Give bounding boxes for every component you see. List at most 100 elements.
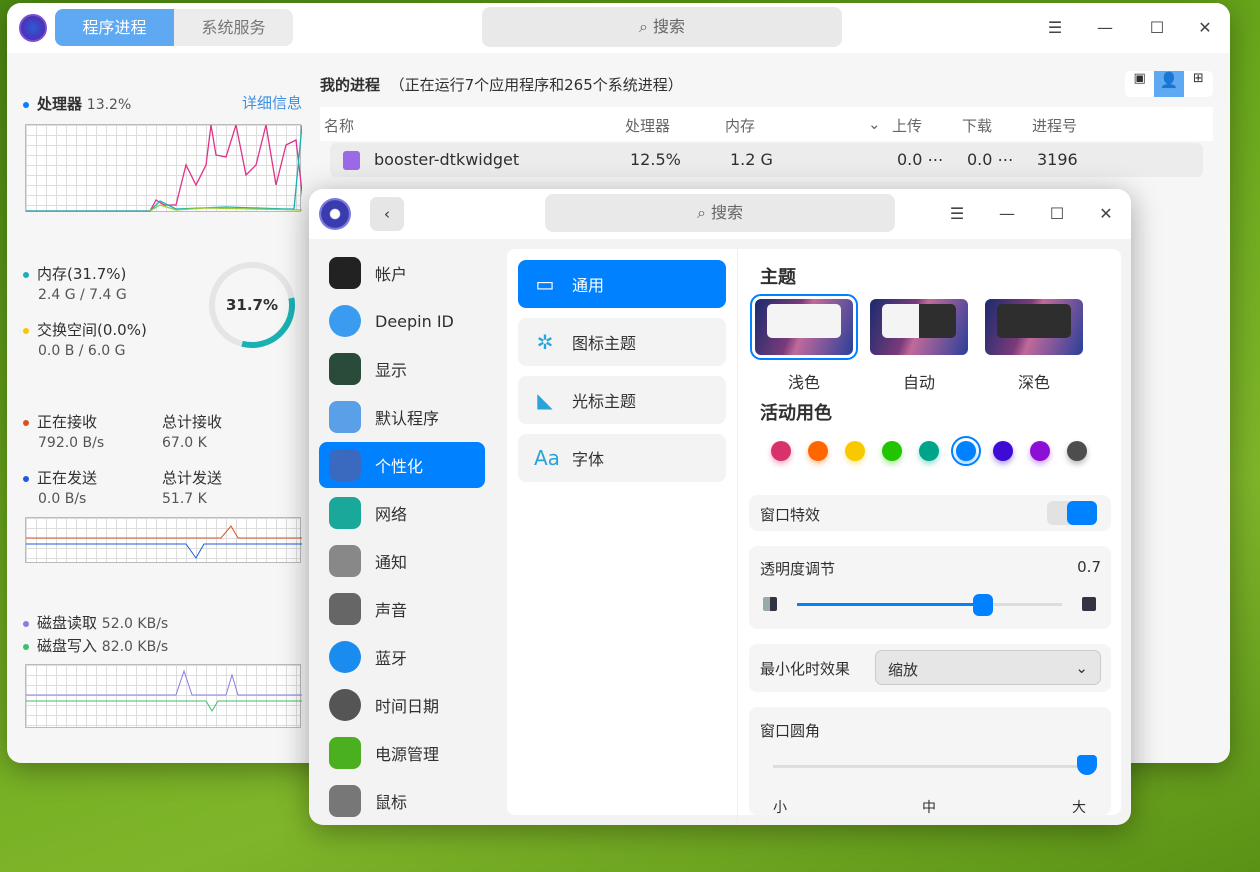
sidebar-item-label: 默认程序 — [375, 409, 440, 428]
monitor-titlebar: 程序进程 系统服务 ⌕ 搜索 ☰ — ☐ ✕ — [7, 3, 1230, 53]
sidebar-item-display[interactable]: 显示 — [319, 346, 485, 392]
accent-title: 活动用色 — [760, 403, 832, 424]
theme-light[interactable] — [750, 294, 858, 360]
minimize-button[interactable]: — — [1080, 3, 1130, 53]
accent-color-swatch[interactable] — [919, 441, 939, 461]
tree-view-icon[interactable]: ⊞ — [1184, 71, 1213, 97]
sidebar-item-label: 通知 — [375, 553, 408, 572]
col-name[interactable]: 名称 — [324, 115, 354, 136]
window-radius-row: 窗口圆角 小 中 大 — [749, 707, 1111, 816]
sound-icon — [329, 593, 361, 625]
sidebar-item-label: Deepin ID — [375, 311, 454, 331]
close-button[interactable]: ✕ — [1180, 3, 1230, 53]
detail-link[interactable]: 详细信息 — [242, 92, 302, 113]
cpu-graph — [25, 124, 305, 212]
sidebar-item-deepin-id[interactable]: Deepin ID — [319, 298, 485, 344]
process-down: 0.0 ⋯ — [967, 150, 1014, 169]
sidebar-item-network[interactable]: 网络 — [319, 490, 485, 536]
window-effect-toggle[interactable] — [1047, 501, 1097, 525]
subnav-icon-theme[interactable]: ✲ 图标主题 — [518, 318, 726, 366]
monitor-logo-icon — [19, 14, 47, 42]
sidebar-item-personalization[interactable]: 个性化 — [319, 442, 485, 488]
radius-tick-medium: 中 — [922, 800, 936, 816]
swap-label: 交换空间(0.0%) — [23, 319, 147, 340]
total-recv-value: 67.0 K — [162, 435, 207, 451]
opacity-slider-handle[interactable] — [972, 594, 993, 616]
theme-label-dark: 深色 — [1017, 373, 1050, 392]
col-cpu[interactable]: 处理器 — [625, 115, 670, 136]
menu-button[interactable]: ☰ — [932, 189, 982, 239]
radius-slider[interactable] — [773, 765, 1087, 768]
minimize-effect-row: 最小化时效果 缩放 ⌄ — [749, 644, 1111, 692]
settings-search[interactable]: ⌕ 搜索 — [545, 194, 895, 232]
control-center-logo-icon — [319, 198, 351, 230]
accent-color-swatch[interactable] — [771, 441, 791, 461]
sidebar-item-power[interactable]: 电源管理 — [319, 730, 485, 776]
disk-write-label: 磁盘写入 82.0 KB/s — [23, 635, 168, 656]
back-button[interactable]: ‹ — [370, 197, 404, 231]
cursor-theme-icon: ◣ — [537, 388, 553, 412]
bluetooth-icon — [329, 641, 361, 673]
high-opacity-icon — [1082, 597, 1096, 611]
col-pid[interactable]: 进程号 — [1032, 115, 1077, 136]
col-download[interactable]: 下载 — [962, 115, 992, 136]
control-center-window: ‹ ⌕ 搜索 ☰ — ☐ ✕ 帐户 Deepin ID 显示默认程序个性化网络通知声… — [309, 189, 1131, 825]
accent-color-swatch[interactable] — [882, 441, 902, 461]
power-icon — [329, 737, 361, 769]
accent-color-swatch[interactable] — [845, 441, 865, 461]
minimize-button[interactable]: — — [982, 189, 1032, 239]
maximize-button[interactable]: ☐ — [1132, 3, 1182, 53]
accent-color-swatch[interactable] — [808, 441, 828, 461]
accent-color-swatch[interactable] — [951, 436, 981, 466]
col-mem[interactable]: 内存 — [725, 115, 755, 136]
accent-color-swatch[interactable] — [1030, 441, 1050, 461]
sidebar-item-label: 鼠标 — [375, 793, 408, 812]
user-view-icon[interactable]: 👤 — [1154, 71, 1184, 97]
sidebar-item-bluetooth[interactable]: 蓝牙 — [319, 634, 485, 680]
theme-auto[interactable] — [870, 299, 968, 355]
opacity-value: 0.7 — [1077, 558, 1101, 576]
personalization-icon — [329, 449, 361, 481]
subnav-font[interactable]: Aa 字体 — [518, 434, 726, 482]
send-value: 0.0 B/s — [38, 491, 87, 507]
window-effect-row: 窗口特效 — [749, 495, 1111, 531]
subnav-general[interactable]: ▭ 通用 — [518, 260, 726, 308]
subnav-label: 通用 — [572, 276, 605, 295]
subnav-label: 光标主题 — [572, 392, 637, 411]
sidebar-item-mouse[interactable]: 鼠标 — [319, 778, 485, 824]
subnav-cursor-theme[interactable]: ◣ 光标主题 — [518, 376, 726, 424]
sidebar-item-label: 显示 — [375, 361, 408, 380]
sidebar-item-account[interactable]: 帐户 — [319, 250, 485, 296]
window-radius-label: 窗口圆角 — [760, 722, 821, 740]
opacity-slider[interactable] — [797, 594, 1062, 616]
notification-icon — [329, 545, 361, 577]
total-recv-label: 总计接收 — [162, 413, 223, 431]
radius-tick-large: 大 — [1072, 800, 1086, 816]
sidebar-item-default-apps[interactable]: 默认程序 — [319, 394, 485, 440]
table-row[interactable]: booster-dtkwidget 12.5% 1.2 G 0.0 ⋯ 0.0 … — [330, 143, 1203, 177]
sidebar-item-datetime[interactable]: 时间日期 — [319, 682, 485, 728]
sidebar-item-label: 个性化 — [375, 457, 424, 476]
close-button[interactable]: ✕ — [1081, 189, 1131, 239]
process-icon — [343, 151, 360, 170]
theme-dark[interactable] — [985, 299, 1083, 355]
sidebar-item-notification[interactable]: 通知 — [319, 538, 485, 584]
sidebar-item-label: 网络 — [375, 505, 408, 524]
tab-services[interactable]: 系统服务 — [174, 9, 293, 46]
recv-label: 正在接收 — [23, 411, 97, 432]
sidebar-item-sound[interactable]: 声音 — [319, 586, 485, 632]
accent-color-swatch[interactable] — [993, 441, 1013, 461]
minimize-effect-select[interactable]: 缩放 ⌄ — [875, 650, 1101, 685]
maximize-button[interactable]: ☐ — [1032, 189, 1082, 239]
compact-view-icon[interactable]: ▣ — [1125, 71, 1154, 97]
sidebar-item-label: 电源管理 — [375, 745, 440, 764]
col-upload[interactable]: 上传 — [892, 115, 922, 136]
tab-processes[interactable]: 程序进程 — [55, 9, 174, 46]
monitor-search[interactable]: ⌕ 搜索 — [482, 7, 842, 47]
view-switcher[interactable]: ▣ 👤 ⊞ — [1125, 71, 1213, 97]
process-cpu: 12.5% — [630, 150, 681, 169]
process-mem: 1.2 G — [730, 150, 773, 169]
menu-button[interactable]: ☰ — [1030, 3, 1080, 53]
radius-slider-handle[interactable] — [1077, 755, 1097, 775]
accent-color-swatch[interactable] — [1067, 441, 1087, 461]
